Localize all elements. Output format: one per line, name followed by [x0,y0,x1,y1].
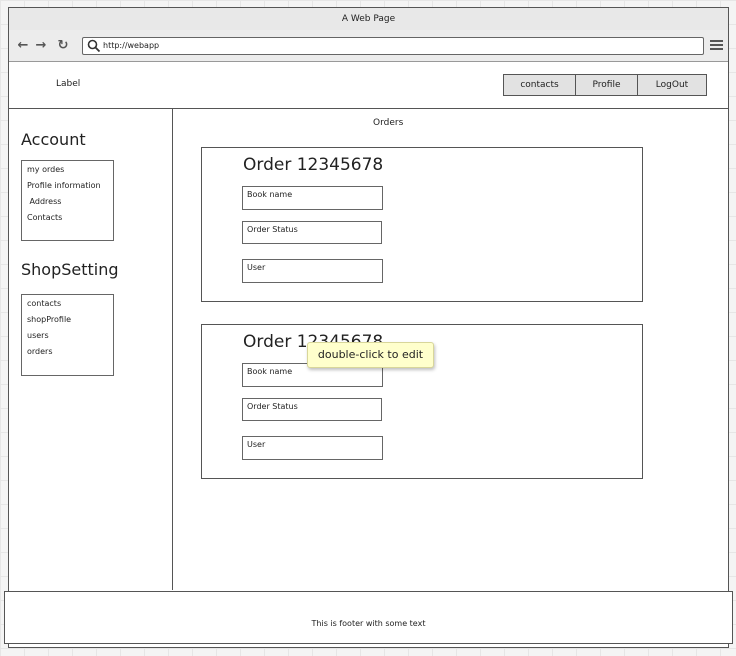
sidebar: Account my ordes Profile information Add… [9,108,173,590]
order-panel: Order 12345678 Book name Order Status Us… [201,147,643,302]
header-label: Label [56,79,81,89]
arrow-left-icon[interactable]: ← [16,39,30,53]
hamburger-menu-icon[interactable] [710,40,723,51]
reload-icon[interactable]: ↻ [56,39,70,53]
nav-profile-button[interactable]: Profile [575,75,637,95]
order-title: Order 12345678 [243,155,384,175]
sidebar-item-contacts[interactable]: Contacts [22,210,113,226]
order-status-field[interactable]: Order Status [242,398,382,421]
page-title: Orders [373,118,404,128]
nav-logout-button[interactable]: LogOut [637,75,706,95]
sidebar-item-address[interactable]: Address [22,194,113,210]
book-name-field[interactable]: Book name [242,186,383,210]
arrow-right-icon[interactable]: → [34,39,48,53]
sidebar-item-profile-information[interactable]: Profile information [22,178,113,194]
url-text: http://webapp [103,41,160,50]
sidebar-item-shop-contacts[interactable]: contacts [22,296,113,312]
sidebar-item-users[interactable]: users [22,328,113,344]
order-status-field[interactable]: Order Status [242,221,382,244]
address-bar[interactable]: http://webapp [82,37,704,55]
account-menu: my ordes Profile information Address Con… [21,160,114,241]
nav-contacts-button[interactable]: contacts [504,75,575,95]
shop-setting-menu: contacts shopProfile users orders [21,294,114,376]
page-header: Label contacts Profile LogOut [9,62,728,109]
window-title: A Web Page [9,8,728,31]
search-icon [87,39,101,53]
main-content: Orders Order 12345678 Book name Order St… [173,108,728,590]
account-heading: Account [21,130,86,149]
user-field[interactable]: User [242,436,383,460]
browser-window: A Web Page ← → ↻ http://webapp Label con… [8,7,729,648]
browser-toolbar: ← → ↻ http://webapp [9,30,728,62]
edit-tooltip: double-click to edit [307,342,434,368]
sidebar-item-shop-profile[interactable]: shopProfile [22,312,113,328]
page-footer: This is footer with some text [4,591,733,644]
user-field[interactable]: User [242,259,383,283]
top-nav: contacts Profile LogOut [503,74,707,96]
sidebar-item-my-orders[interactable]: my ordes [22,162,113,178]
sidebar-item-orders[interactable]: orders [22,344,113,360]
shop-setting-heading: ShopSetting [21,260,119,279]
